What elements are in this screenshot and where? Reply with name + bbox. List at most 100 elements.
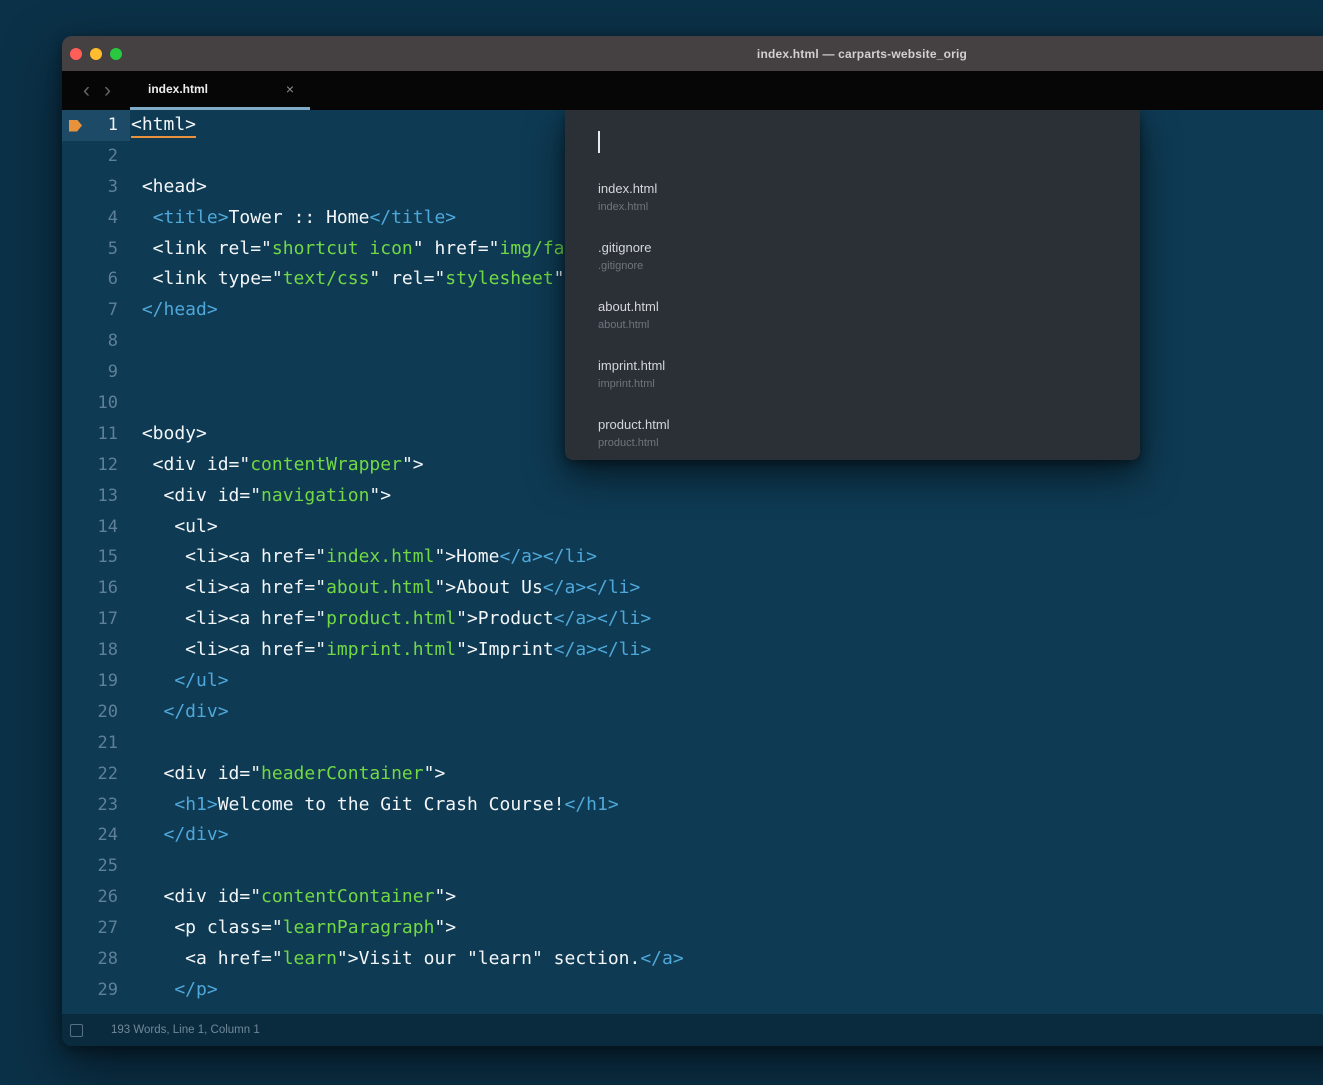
line-number: 27 bbox=[62, 913, 130, 944]
line-number: 8 bbox=[62, 326, 130, 357]
code-line[interactable]: 15 <li><a href="index.html">Home</a></li… bbox=[62, 542, 1323, 573]
quick-open-input[interactable] bbox=[598, 130, 600, 154]
line-number: 7 bbox=[62, 295, 130, 326]
forward-chevron-icon[interactable]: › bbox=[97, 71, 118, 110]
file-path: index.html bbox=[598, 201, 1107, 214]
line-number: 13 bbox=[62, 481, 130, 512]
line-number: 6 bbox=[62, 264, 130, 295]
line-number: 24 bbox=[62, 820, 130, 851]
file-list-item[interactable]: product.html product.html bbox=[565, 410, 1140, 469]
tab-label: index.html bbox=[130, 82, 208, 96]
code-text: </div> bbox=[130, 820, 229, 851]
code-text: <li><a href="about.html">About Us</a></l… bbox=[130, 573, 640, 604]
code-line[interactable]: 17 <li><a href="product.html">Product</a… bbox=[62, 604, 1323, 635]
code-line[interactable]: 25 bbox=[62, 851, 1323, 882]
line-number: 18 bbox=[62, 635, 130, 666]
title-bar: index.html — carparts-website_orig bbox=[62, 36, 1323, 71]
code-text: <html> bbox=[130, 110, 196, 141]
line-number: 19 bbox=[62, 666, 130, 697]
line-number: 3 bbox=[62, 172, 130, 203]
text-cursor-icon bbox=[598, 131, 600, 153]
file-name: imprint.html bbox=[598, 358, 1107, 374]
code-line[interactable]: 24 </div> bbox=[62, 820, 1323, 851]
line-number: 11 bbox=[62, 419, 130, 450]
code-line[interactable]: 22 <div id="headerContainer"> bbox=[62, 759, 1323, 790]
window-title: index.html — carparts-website_orig bbox=[62, 47, 1323, 61]
code-line[interactable]: 21 bbox=[62, 728, 1323, 759]
file-list-item[interactable]: about.html about.html bbox=[565, 292, 1140, 351]
code-text: <div id="headerContainer"> bbox=[130, 759, 445, 790]
line-number: 22 bbox=[62, 759, 130, 790]
code-text: <div id="contentWrapper"> bbox=[130, 450, 424, 481]
code-line[interactable]: 13 <div id="navigation"> bbox=[62, 481, 1323, 512]
code-line[interactable]: 18 <li><a href="imprint.html">Imprint</a… bbox=[62, 635, 1323, 666]
line-number: 2 bbox=[62, 141, 130, 172]
code-text: </ul> bbox=[130, 666, 229, 697]
line-number: 5 bbox=[62, 234, 130, 265]
code-text: </head> bbox=[130, 295, 218, 326]
line-number: 1 bbox=[62, 110, 130, 141]
code-text: <li><a href="product.html">Product</a></… bbox=[130, 604, 651, 635]
code-text: <p class="learnParagraph"> bbox=[130, 913, 456, 944]
tab-bar: ‹ › index.html × bbox=[62, 71, 1323, 110]
code-text: </div> bbox=[130, 697, 229, 728]
code-text: <ul> bbox=[130, 512, 218, 543]
line-number: 10 bbox=[62, 388, 130, 419]
code-text bbox=[130, 326, 131, 357]
file-path: product.html bbox=[598, 437, 1107, 450]
file-name: index.html bbox=[598, 181, 1107, 197]
editor-window: index.html — carparts-website_orig ‹ › i… bbox=[62, 36, 1323, 1046]
line-number: 17 bbox=[62, 604, 130, 635]
code-line[interactable]: 28 <a href="learn">Visit our "learn" sec… bbox=[62, 944, 1323, 975]
line-number: 28 bbox=[62, 944, 130, 975]
code-line[interactable]: 20 </div> bbox=[62, 697, 1323, 728]
file-name: .gitignore bbox=[598, 240, 1107, 256]
code-line[interactable]: 29 </p> bbox=[62, 975, 1323, 1006]
code-text bbox=[130, 141, 131, 172]
file-list-item[interactable]: index.html index.html bbox=[565, 174, 1140, 233]
line-number: 14 bbox=[62, 512, 130, 543]
file-list-item[interactable]: .gitignore .gitignore bbox=[565, 233, 1140, 292]
code-text bbox=[130, 728, 131, 759]
code-text: <title>Tower :: Home</title> bbox=[130, 203, 456, 234]
code-line[interactable]: 26 <div id="contentContainer"> bbox=[62, 882, 1323, 913]
line-number: 21 bbox=[62, 728, 130, 759]
code-line[interactable]: 19 </ul> bbox=[62, 666, 1323, 697]
back-chevron-icon[interactable]: ‹ bbox=[76, 71, 97, 110]
code-text: <head> bbox=[130, 172, 207, 203]
code-text: <div id="navigation"> bbox=[130, 481, 391, 512]
file-list-item[interactable]: imprint.html imprint.html bbox=[565, 351, 1140, 410]
file-name: about.html bbox=[598, 299, 1107, 315]
file-path: imprint.html bbox=[598, 378, 1107, 391]
code-line[interactable]: 14 <ul> bbox=[62, 512, 1323, 543]
code-text: <h1>Welcome to the Git Crash Course!</h1… bbox=[130, 790, 619, 821]
status-bar: 193 Words, Line 1, Column 1 bbox=[62, 1014, 1323, 1046]
editor: 1<html>23 <head>4 <title>Tower :: Home</… bbox=[62, 110, 1323, 1014]
line-number: 15 bbox=[62, 542, 130, 573]
tab-close-icon[interactable]: × bbox=[286, 81, 310, 97]
line-number: 16 bbox=[62, 573, 130, 604]
code-text: <li><a href="imprint.html">Imprint</a></… bbox=[130, 635, 651, 666]
code-text: <body> bbox=[130, 419, 207, 450]
code-text: <a href="learn">Visit our "learn" sectio… bbox=[130, 944, 684, 975]
code-text bbox=[130, 357, 131, 388]
code-text: <li><a href="index.html">Home</a></li> bbox=[130, 542, 597, 573]
code-text bbox=[130, 388, 131, 419]
code-text: </p> bbox=[130, 975, 218, 1006]
line-number: 4 bbox=[62, 203, 130, 234]
file-list: index.html index.html .gitignore .gitign… bbox=[565, 174, 1140, 469]
code-line[interactable]: 23 <h1>Welcome to the Git Crash Course!<… bbox=[62, 790, 1323, 821]
quick-open-panel: index.html index.html .gitignore .gitign… bbox=[565, 110, 1140, 460]
file-path: .gitignore bbox=[598, 260, 1107, 273]
code-line[interactable]: 16 <li><a href="about.html">About Us</a>… bbox=[62, 573, 1323, 604]
line-number: 9 bbox=[62, 357, 130, 388]
file-name: product.html bbox=[598, 417, 1107, 433]
line-number: 12 bbox=[62, 450, 130, 481]
line-number: 29 bbox=[62, 975, 130, 1006]
code-line[interactable]: 27 <p class="learnParagraph"> bbox=[62, 913, 1323, 944]
panel-toggle-icon[interactable] bbox=[70, 1024, 83, 1037]
status-text: 193 Words, Line 1, Column 1 bbox=[111, 1024, 260, 1036]
line-number: 26 bbox=[62, 882, 130, 913]
line-number: 25 bbox=[62, 851, 130, 882]
tab-index-html[interactable]: index.html × bbox=[130, 71, 310, 110]
